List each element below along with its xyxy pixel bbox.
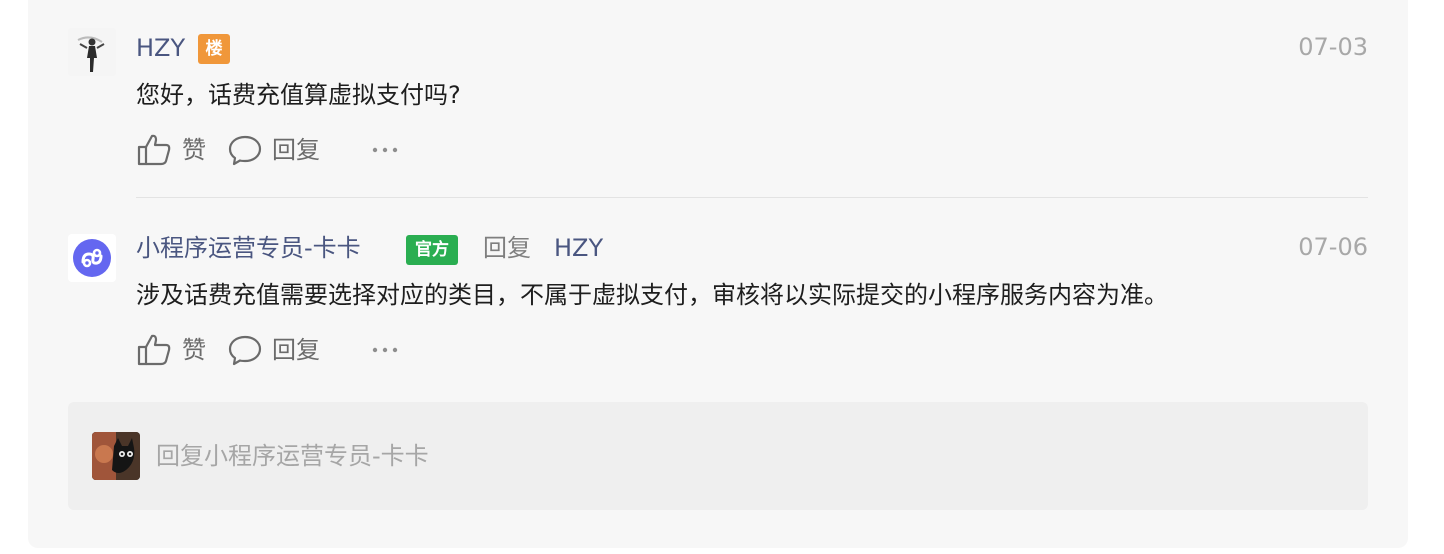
post-date: 07-03 xyxy=(1298,33,1368,61)
reply-to-word: 回复 xyxy=(483,234,531,262)
current-user-avatar xyxy=(92,432,140,480)
avatar-figure-icon xyxy=(68,28,116,76)
post-actions: 赞 回复 xyxy=(136,130,536,170)
reply-input-box[interactable]: 回复小程序运营专员-卡卡 xyxy=(68,402,1368,510)
thumbs-up-icon xyxy=(137,134,171,166)
avatar-official[interactable] xyxy=(68,234,116,282)
thread-divider xyxy=(136,197,1368,198)
comment-bubble-icon xyxy=(228,335,262,366)
more-dots-icon xyxy=(372,147,398,153)
comment-bubble-icon xyxy=(228,135,262,166)
official-badge: 官方 xyxy=(406,235,458,265)
avatar-cat-icon xyxy=(92,432,140,480)
more-button[interactable] xyxy=(372,130,398,170)
reply-input-placeholder[interactable]: 回复小程序运营专员-卡卡 xyxy=(156,440,429,472)
mini-program-logo-icon xyxy=(68,234,116,282)
floor-badge: 楼 xyxy=(198,34,230,64)
post-author-name[interactable]: HZY xyxy=(136,32,185,64)
like-button[interactable]: 赞 xyxy=(136,130,206,170)
reply-content: 涉及话费充值需要选择对应的类目，不属于虚拟支付，审核将以实际提交的小程序服务内容… xyxy=(136,281,1168,309)
comment-thread: HZY 楼 07-03 您好，话费充值算虚拟支付吗? 赞 回复 小程序运营专员-… xyxy=(28,0,1408,548)
like-button[interactable]: 赞 xyxy=(136,330,206,370)
post-content: 您好，话费充值算虚拟支付吗? xyxy=(136,81,461,109)
like-label: 赞 xyxy=(182,336,206,364)
reply-label: 回复 xyxy=(272,136,320,164)
thumbs-up-icon xyxy=(137,334,171,366)
reply-author-name[interactable]: 小程序运营专员-卡卡 xyxy=(136,232,361,264)
reply-label: 回复 xyxy=(272,336,320,364)
more-button[interactable] xyxy=(372,330,398,370)
more-dots-icon xyxy=(372,347,398,353)
avatar-hzy[interactable] xyxy=(68,28,116,76)
reply-button[interactable]: 回复 xyxy=(228,130,320,170)
reply-to-name[interactable]: HZY xyxy=(554,232,603,264)
like-label: 赞 xyxy=(182,136,206,164)
reply-actions: 赞 回复 xyxy=(136,330,536,370)
reply-date: 07-06 xyxy=(1298,233,1368,261)
reply-button[interactable]: 回复 xyxy=(228,330,320,370)
